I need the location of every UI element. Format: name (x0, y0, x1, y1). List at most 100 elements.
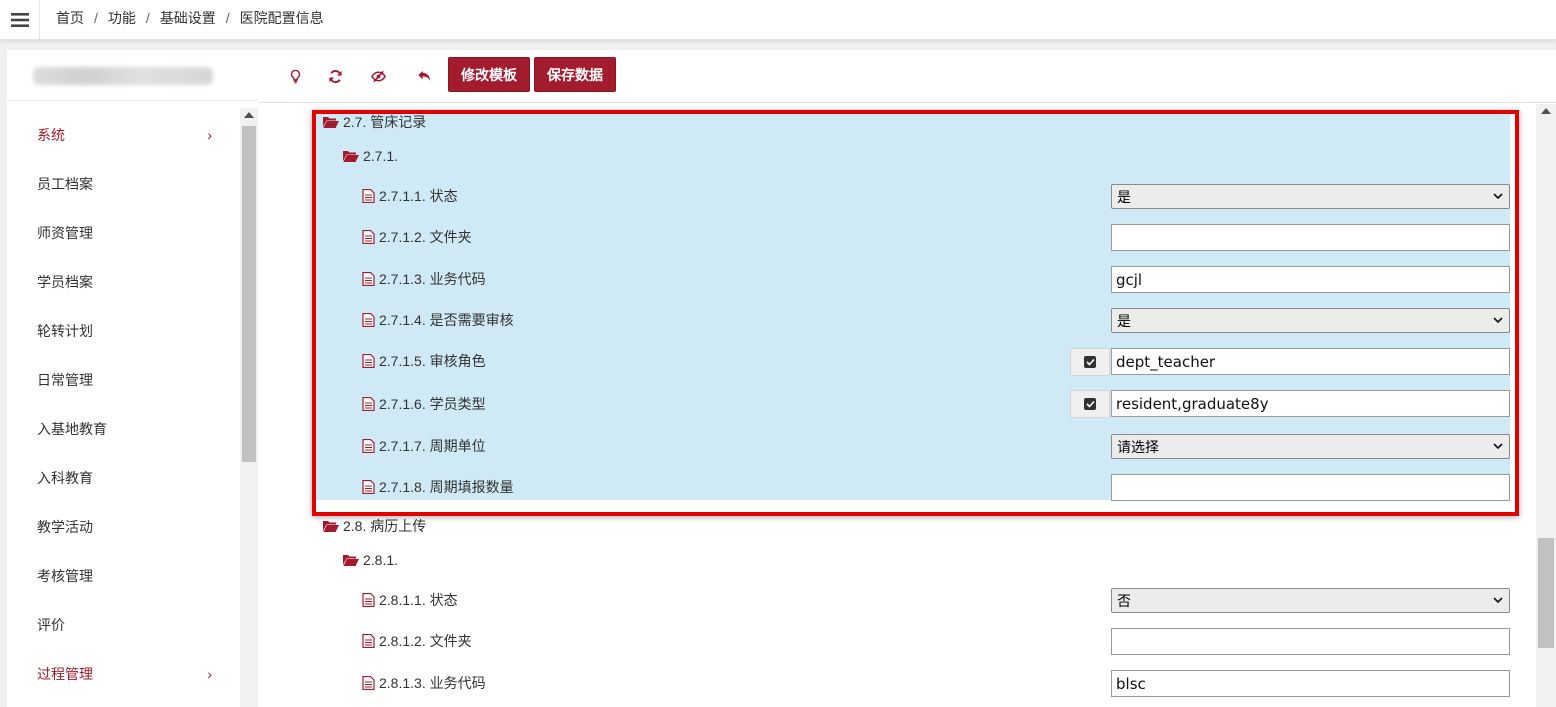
student-type-input[interactable]: resident,graduate8y (1111, 390, 1510, 417)
eye-slash-icon (370, 70, 386, 82)
business-code-input[interactable]: gcjl (1111, 266, 1510, 293)
sidebar-item-label: 日常管理 (37, 371, 93, 388)
folder-input[interactable] (1111, 224, 1510, 251)
tree-node-2-7-1: 2.7.1. (258, 144, 1536, 174)
tree-leaf-2-7-1-6: 2.7.1.6. 学员类型 resident,graduate8y (258, 390, 1536, 420)
tree-node-2-8: 2.8. 病历上传 (258, 512, 1536, 542)
sidebar-item-daily-management[interactable]: 日常管理 (7, 355, 240, 404)
sidebar-item-staff-records[interactable]: 员工档案 (7, 159, 240, 208)
sidebar-item-exam-management[interactable]: 考核管理 (7, 551, 240, 600)
breadcrumb-separator: / (145, 10, 150, 26)
folder-input[interactable] (1111, 628, 1510, 655)
breadcrumb-current: 医院配置信息 (239, 10, 324, 26)
sidebar-item-label: 系统 (37, 126, 65, 143)
folder-open-icon (343, 555, 359, 566)
file-text-icon (362, 313, 375, 327)
tree-leaf-label: 2.8.1.3. 业务代码 (362, 673, 486, 693)
sidebar-item-rotation-plan[interactable]: 轮转计划 (7, 306, 240, 355)
edit-template-button[interactable]: 修改模板 (448, 57, 530, 92)
file-text-icon (362, 230, 375, 244)
tree-leaf-label: 2.7.1.6. 学员类型 (362, 394, 486, 414)
tree-leaf-label: 2.7.1.8. 周期填报数量 (362, 477, 514, 497)
sidebar-item-evaluation[interactable]: 评价 (7, 600, 240, 649)
sidebar-item-student-records[interactable]: 学员档案 (7, 257, 240, 306)
sidebar-item-base-orientation[interactable]: 入基地教育 (7, 404, 240, 453)
chevron-down-icon (1493, 317, 1503, 324)
save-data-button[interactable]: 保存数据 (534, 57, 616, 92)
sidebar-header (7, 50, 258, 101)
sidebar-item-label: 入科教育 (37, 469, 93, 486)
sidebar-item-label: 员工档案 (37, 175, 93, 192)
menu-toggle-button[interactable] (0, 0, 40, 40)
chevron-right-icon: › (207, 666, 212, 682)
tree-folder-label[interactable]: 2.8.1. (343, 552, 398, 568)
tree-folder-label[interactable]: 2.7. 管床记录 (323, 112, 426, 132)
sidebar-item-label: 入基地教育 (37, 420, 107, 437)
breadcrumb-separator: / (225, 10, 230, 26)
sidebar-item-faculty-management[interactable]: 师资管理 (7, 208, 240, 257)
needs-review-select[interactable]: 是 (1111, 308, 1510, 333)
config-tree: 2.7. 管床记录 2.7.1. 2.7.1.1. 状态 是 2.7.1.2. … (258, 104, 1536, 707)
file-text-icon (362, 397, 375, 411)
tree-leaf-label: 2.7.1.2. 文件夹 (362, 227, 472, 247)
file-text-icon (362, 593, 375, 607)
file-text-icon (362, 676, 375, 690)
toolbar: 修改模板 保存数据 (258, 50, 1556, 103)
refresh-icon (328, 69, 342, 83)
tree-leaf-2-7-1-4: 2.7.1.4. 是否需要审核 是 (258, 306, 1536, 336)
sidebar-menu: 系统 › 员工档案 师资管理 学员档案 轮转计划 日常管理 入基地教育 入科教育… (7, 110, 240, 698)
sidebar-item-label: 考核管理 (37, 567, 93, 584)
lightbulb-button[interactable] (282, 64, 308, 88)
checkmark-icon (1084, 398, 1096, 410)
main-scrollbar[interactable] (1536, 104, 1556, 707)
student-type-checkbox[interactable] (1070, 390, 1110, 418)
review-role-checkbox[interactable] (1070, 348, 1110, 376)
breadcrumb-home[interactable]: 首页 (56, 8, 84, 28)
sidebar-item-label: 轮转计划 (37, 322, 93, 339)
tree-leaf-label: 2.7.1.1. 状态 (362, 186, 458, 206)
sidebar-item-system[interactable]: 系统 › (7, 110, 240, 159)
undo-button[interactable] (411, 64, 437, 88)
tree-leaf-2-7-1-1: 2.7.1.1. 状态 是 (258, 182, 1536, 212)
tree-leaf-label: 2.7.1.4. 是否需要审核 (362, 310, 514, 330)
tree-folder-label[interactable]: 2.8. 病历上传 (323, 516, 426, 536)
hamburger-icon (10, 13, 29, 27)
scroll-up-arrow-icon[interactable] (244, 112, 254, 118)
breadcrumb-function[interactable]: 功能 (108, 8, 136, 28)
main-scroll-thumb[interactable] (1538, 538, 1554, 648)
sidebar-scrollbar[interactable] (240, 108, 258, 707)
sidebar-scroll-thumb[interactable] (242, 126, 256, 462)
sidebar-item-dept-orientation[interactable]: 入科教育 (7, 453, 240, 502)
toggle-visibility-button[interactable] (365, 64, 391, 88)
business-code-input[interactable]: blsc (1111, 670, 1510, 697)
tree-folder-label[interactable]: 2.7.1. (343, 148, 398, 164)
refresh-button[interactable] (322, 64, 348, 88)
file-text-icon (362, 634, 375, 648)
file-text-icon (362, 439, 375, 453)
tree-leaf-2-7-1-2: 2.7.1.2. 文件夹 (258, 223, 1536, 253)
sidebar-item-label: 过程管理 (37, 665, 93, 682)
status-select[interactable]: 否 (1111, 588, 1510, 613)
sidebar-item-label: 师资管理 (37, 224, 93, 241)
breadcrumb-basic-settings[interactable]: 基础设置 (160, 8, 216, 28)
tree-leaf-label: 2.7.1.3. 业务代码 (362, 269, 486, 289)
tree-leaf-2-8-1-3: 2.8.1.3. 业务代码 blsc (258, 669, 1536, 699)
period-count-input[interactable] (1111, 474, 1510, 501)
blurred-hospital-name (33, 67, 213, 85)
main-panel: 修改模板 保存数据 2.7. 管床记录 2.7.1. 2.7.1.1. 状态 是… (258, 50, 1556, 707)
tree-leaf-2-7-1-3: 2.7.1.3. 业务代码 gcjl (258, 265, 1536, 295)
tree-node-2-7: 2.7. 管床记录 (258, 108, 1536, 138)
period-unit-select[interactable]: 请选择 (1111, 434, 1510, 459)
scroll-up-arrow-icon[interactable] (1541, 108, 1551, 114)
sidebar-item-teaching-activities[interactable]: 教学活动 (7, 502, 240, 551)
sidebar-item-label: 教学活动 (37, 518, 93, 535)
tree-leaf-2-7-1-5: 2.7.1.5. 审核角色 dept_teacher (258, 347, 1536, 377)
sidebar-item-process-management[interactable]: 过程管理 › (7, 649, 240, 698)
status-select[interactable]: 是 (1111, 184, 1510, 209)
tree-leaf-label: 2.8.1.2. 文件夹 (362, 631, 472, 651)
review-role-input[interactable]: dept_teacher (1111, 348, 1510, 375)
file-text-icon (362, 189, 375, 203)
undo-icon (417, 70, 430, 81)
chevron-down-icon (1493, 597, 1503, 604)
tree-leaf-2-7-1-7: 2.7.1.7. 周期单位 请选择 (258, 432, 1536, 462)
